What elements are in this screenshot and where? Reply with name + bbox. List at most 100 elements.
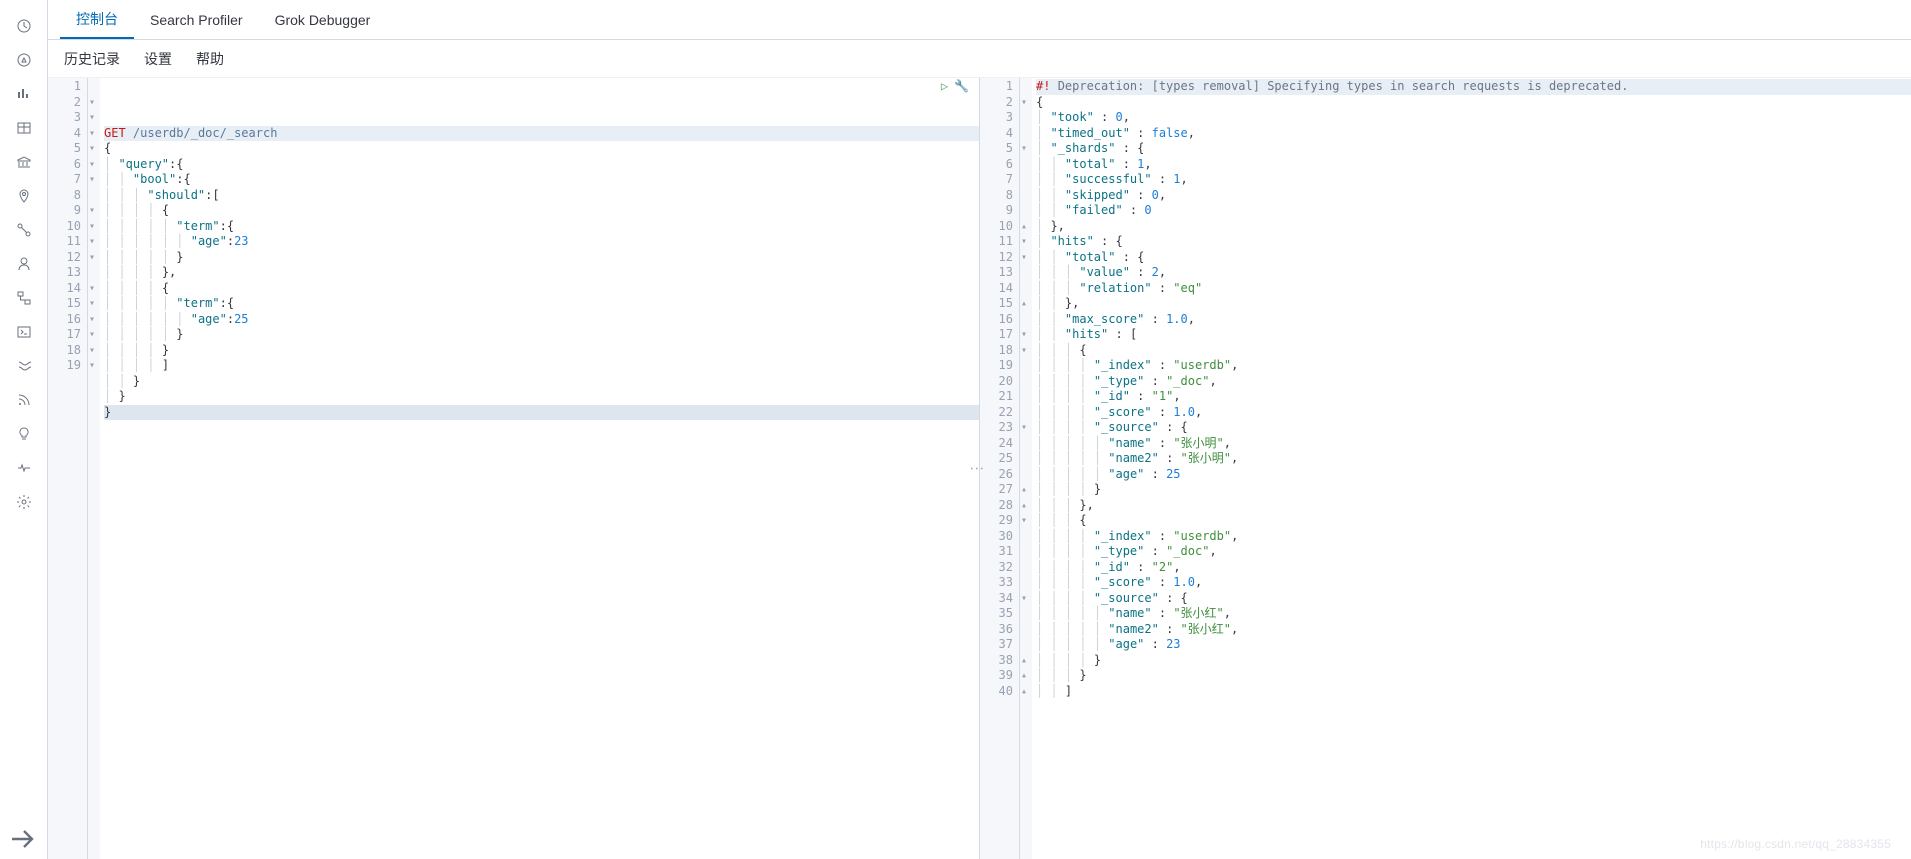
top-tabs: 控制台Search ProfilerGrok Debugger bbox=[48, 0, 1911, 40]
gear-icon[interactable] bbox=[8, 486, 40, 518]
clock-icon[interactable] bbox=[8, 10, 40, 42]
code-line: │ │ │ │ "_score" : 1.0, bbox=[1036, 405, 1911, 421]
chart-bar-icon[interactable] bbox=[8, 78, 40, 110]
compass-icon[interactable] bbox=[8, 44, 40, 76]
code-line: │ │ "hits" : [ bbox=[1036, 327, 1911, 343]
wrench-icon[interactable]: 🔧 bbox=[954, 79, 969, 95]
subtab-2[interactable]: 帮助 bbox=[192, 45, 228, 73]
fold-toggle bbox=[1020, 358, 1032, 374]
run-icon[interactable]: ▷ bbox=[941, 79, 948, 95]
fold-toggle bbox=[1020, 281, 1032, 297]
code-line: │ │ │ │ │ │ "age":23 bbox=[104, 234, 979, 250]
response-code[interactable]: #! Deprecation: [types removal] Specifyi… bbox=[1032, 78, 1911, 859]
code-line: │ │ │ │ ] bbox=[104, 358, 979, 374]
code-line: { bbox=[1036, 95, 1911, 111]
fold-toggle[interactable]: ▾ bbox=[88, 296, 100, 312]
code-line: │ "timed_out" : false, bbox=[1036, 126, 1911, 142]
code-line: │ │ │ │ │ "name2" : "张小红", bbox=[1036, 622, 1911, 638]
fold-toggle[interactable]: ▾ bbox=[88, 157, 100, 173]
table-icon[interactable] bbox=[8, 112, 40, 144]
graph-icon[interactable] bbox=[8, 214, 40, 246]
code-line: │ │ │ │ "_source" : { bbox=[1036, 420, 1911, 436]
code-line: │ │ │ "relation" : "eq" bbox=[1036, 281, 1911, 297]
heartbeat-icon[interactable] bbox=[8, 452, 40, 484]
fold-toggle bbox=[1020, 312, 1032, 328]
fold-toggle[interactable]: ▾ bbox=[88, 327, 100, 343]
fold-toggle[interactable]: ▾ bbox=[88, 219, 100, 235]
fold-toggle[interactable]: ▾ bbox=[1020, 234, 1032, 250]
fold-toggle bbox=[1020, 529, 1032, 545]
code-line: │ │ }, bbox=[1036, 296, 1911, 312]
fold-toggle[interactable]: ▾ bbox=[88, 203, 100, 219]
fold-toggle[interactable]: ▾ bbox=[88, 110, 100, 126]
code-line: │ │ │ │ "_id" : "1", bbox=[1036, 389, 1911, 405]
code-line: │ │ │ │ │ │ "age":25 bbox=[104, 312, 979, 328]
stream-icon[interactable] bbox=[8, 350, 40, 382]
code-line: │ │ "failed" : 0 bbox=[1036, 203, 1911, 219]
fold-toggle[interactable]: ▾ bbox=[88, 172, 100, 188]
tab-1[interactable]: Search Profiler bbox=[134, 0, 259, 39]
request-code[interactable]: ▷ 🔧 GET /userdb/_doc/_search{│ "query":{… bbox=[100, 78, 979, 859]
user-icon[interactable] bbox=[8, 248, 40, 280]
fold-toggle[interactable]: ▾ bbox=[1020, 343, 1032, 359]
code-line: │ │ │ │ } bbox=[1036, 482, 1911, 498]
fold-toggle[interactable]: ▾ bbox=[88, 358, 100, 374]
flow-icon[interactable] bbox=[8, 282, 40, 314]
fold-toggle[interactable]: ▴ bbox=[1020, 668, 1032, 684]
code-line: │ │ │ │ "_id" : "2", bbox=[1036, 560, 1911, 576]
fold-toggle[interactable]: ▴ bbox=[1020, 653, 1032, 669]
resize-handle[interactable]: ⋮ bbox=[974, 461, 986, 476]
console-icon[interactable] bbox=[8, 316, 40, 348]
fold-toggle[interactable]: ▴ bbox=[1020, 684, 1032, 700]
collapse-icon[interactable] bbox=[8, 823, 40, 855]
fold-toggle[interactable]: ▾ bbox=[88, 343, 100, 359]
fold-toggle bbox=[1020, 606, 1032, 622]
fold-toggle[interactable]: ▾ bbox=[1020, 513, 1032, 529]
fold-toggle[interactable]: ▾ bbox=[88, 95, 100, 111]
fold-toggle bbox=[1020, 79, 1032, 95]
fold-toggle bbox=[1020, 575, 1032, 591]
tab-2[interactable]: Grok Debugger bbox=[259, 0, 387, 39]
fold-toggle[interactable]: ▾ bbox=[88, 126, 100, 142]
fold-toggle[interactable]: ▴ bbox=[1020, 296, 1032, 312]
fold-toggle[interactable]: ▾ bbox=[88, 281, 100, 297]
fold-toggle[interactable]: ▾ bbox=[88, 234, 100, 250]
code-line: │ │ "total" : 1, bbox=[1036, 157, 1911, 173]
tab-0[interactable]: 控制台 bbox=[60, 0, 134, 39]
fold-toggle bbox=[1020, 451, 1032, 467]
fold-toggle bbox=[1020, 405, 1032, 421]
fold-toggle bbox=[1020, 203, 1032, 219]
rss-icon[interactable] bbox=[8, 384, 40, 416]
fold-toggle[interactable]: ▾ bbox=[1020, 420, 1032, 436]
code-line: │ │ │ │ }, bbox=[104, 265, 979, 281]
code-line: │ │ │ │ } bbox=[1036, 653, 1911, 669]
response-pane: 1234567891011121314151617181920212223242… bbox=[980, 78, 1911, 859]
fold-toggle bbox=[1020, 389, 1032, 405]
fold-toggle[interactable]: ▾ bbox=[1020, 141, 1032, 157]
fold-toggle[interactable]: ▾ bbox=[88, 312, 100, 328]
bank-icon[interactable] bbox=[8, 146, 40, 178]
code-line: │ │ │ │ } bbox=[104, 343, 979, 359]
fold-toggle[interactable]: ▾ bbox=[1020, 250, 1032, 266]
bulb-icon[interactable] bbox=[8, 418, 40, 450]
code-line: │ │ │ { bbox=[1036, 513, 1911, 529]
fold-toggle[interactable]: ▴ bbox=[1020, 482, 1032, 498]
pin-icon[interactable] bbox=[8, 180, 40, 212]
code-line: │ │ │ │ │ "name2" : "张小明", bbox=[1036, 451, 1911, 467]
code-line: │ │ │ }, bbox=[1036, 498, 1911, 514]
subtab-1[interactable]: 设置 bbox=[140, 45, 176, 73]
fold-toggle[interactable]: ▾ bbox=[88, 141, 100, 157]
code-line: │ │ │ │ │ "term":{ bbox=[104, 296, 979, 312]
code-line: │ │ │ │ │ "age" : 25 bbox=[1036, 467, 1911, 483]
fold-toggle[interactable]: ▾ bbox=[88, 250, 100, 266]
fold-toggle[interactable]: ▾ bbox=[1020, 591, 1032, 607]
subtab-0[interactable]: 历史记录 bbox=[60, 45, 124, 73]
fold-toggle[interactable]: ▾ bbox=[1020, 327, 1032, 343]
code-line: │ │ │ } bbox=[1036, 668, 1911, 684]
code-line: #! Deprecation: [types removal] Specifyi… bbox=[1036, 79, 1911, 95]
fold-toggle[interactable]: ▴ bbox=[1020, 219, 1032, 235]
fold-toggle[interactable]: ▾ bbox=[1020, 95, 1032, 111]
code-line: │ │ │ { bbox=[1036, 343, 1911, 359]
fold-toggle[interactable]: ▴ bbox=[1020, 498, 1032, 514]
code-line: │ │ │ │ │ } bbox=[104, 327, 979, 343]
